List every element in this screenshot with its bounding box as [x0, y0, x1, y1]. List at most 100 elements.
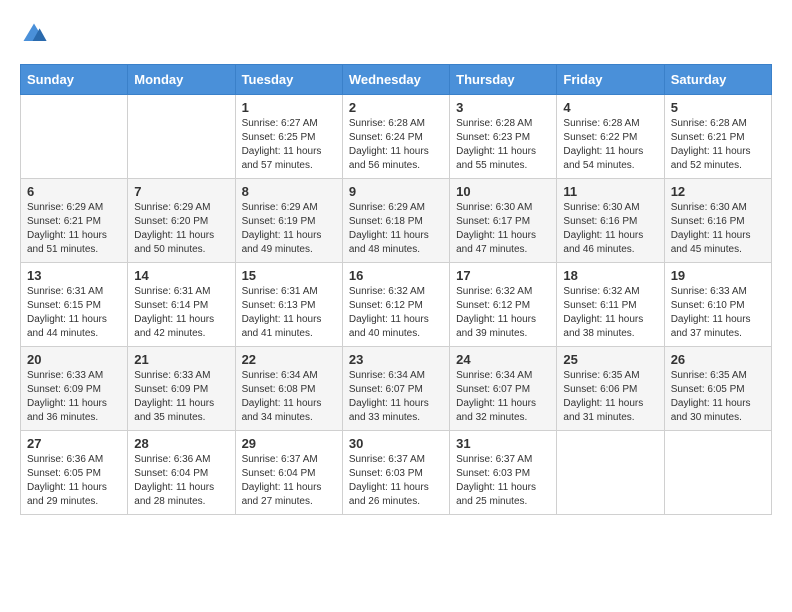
- calendar-cell: [128, 95, 235, 179]
- day-info: Sunrise: 6:30 AM Sunset: 6:17 PM Dayligh…: [456, 201, 550, 257]
- calendar-cell: [664, 431, 771, 515]
- day-number: 16: [349, 268, 443, 283]
- calendar-cell: 9 Sunrise: 6:29 AM Sunset: 6:18 PM Daylig…: [342, 179, 449, 263]
- day-info: Sunrise: 6:33 AM Sunset: 6:09 PM Dayligh…: [134, 369, 228, 425]
- day-info: Sunrise: 6:32 AM Sunset: 6:12 PM Dayligh…: [349, 285, 443, 341]
- calendar-cell: [557, 431, 664, 515]
- day-info: Sunrise: 6:36 AM Sunset: 6:05 PM Dayligh…: [27, 453, 121, 509]
- day-number: 28: [134, 436, 228, 451]
- day-info: Sunrise: 6:32 AM Sunset: 6:12 PM Dayligh…: [456, 285, 550, 341]
- day-number: 7: [134, 184, 228, 199]
- calendar-cell: [21, 95, 128, 179]
- calendar-cell: 7 Sunrise: 6:29 AM Sunset: 6:20 PM Daylig…: [128, 179, 235, 263]
- day-info: Sunrise: 6:28 AM Sunset: 6:22 PM Dayligh…: [563, 117, 657, 173]
- day-number: 25: [563, 352, 657, 367]
- day-number: 14: [134, 268, 228, 283]
- day-info: Sunrise: 6:37 AM Sunset: 6:04 PM Dayligh…: [242, 453, 336, 509]
- day-number: 10: [456, 184, 550, 199]
- day-info: Sunrise: 6:28 AM Sunset: 6:24 PM Dayligh…: [349, 117, 443, 173]
- day-info: Sunrise: 6:34 AM Sunset: 6:08 PM Dayligh…: [242, 369, 336, 425]
- week-row-1: 1 Sunrise: 6:27 AM Sunset: 6:25 PM Daylig…: [21, 95, 772, 179]
- calendar-body: 1 Sunrise: 6:27 AM Sunset: 6:25 PM Daylig…: [21, 95, 772, 515]
- day-number: 3: [456, 100, 550, 115]
- day-number: 4: [563, 100, 657, 115]
- day-info: Sunrise: 6:34 AM Sunset: 6:07 PM Dayligh…: [456, 369, 550, 425]
- day-number: 11: [563, 184, 657, 199]
- calendar-cell: 16 Sunrise: 6:32 AM Sunset: 6:12 PM Dayli…: [342, 263, 449, 347]
- day-number: 29: [242, 436, 336, 451]
- calendar-cell: 8 Sunrise: 6:29 AM Sunset: 6:19 PM Daylig…: [235, 179, 342, 263]
- day-number: 22: [242, 352, 336, 367]
- calendar-cell: 29 Sunrise: 6:37 AM Sunset: 6:04 PM Dayli…: [235, 431, 342, 515]
- day-number: 15: [242, 268, 336, 283]
- calendar-cell: 31 Sunrise: 6:37 AM Sunset: 6:03 PM Dayli…: [450, 431, 557, 515]
- header-cell-monday: Monday: [128, 65, 235, 95]
- day-info: Sunrise: 6:31 AM Sunset: 6:15 PM Dayligh…: [27, 285, 121, 341]
- day-info: Sunrise: 6:29 AM Sunset: 6:21 PM Dayligh…: [27, 201, 121, 257]
- calendar-cell: 14 Sunrise: 6:31 AM Sunset: 6:14 PM Dayli…: [128, 263, 235, 347]
- calendar-cell: 28Sunrise: 6:36 AM Sunset: 6:04 PM Dayli…: [128, 431, 235, 515]
- day-info: Sunrise: 6:28 AM Sunset: 6:21 PM Dayligh…: [671, 117, 765, 173]
- header-cell-tuesday: Tuesday: [235, 65, 342, 95]
- day-number: 1: [242, 100, 336, 115]
- calendar-table: SundayMondayTuesdayWednesdayThursdayFrid…: [20, 64, 772, 515]
- day-info: Sunrise: 6:37 AM Sunset: 6:03 PM Dayligh…: [456, 453, 550, 509]
- week-row-3: 13Sunrise: 6:31 AM Sunset: 6:15 PM Dayli…: [21, 263, 772, 347]
- day-number: 17: [456, 268, 550, 283]
- day-info: Sunrise: 6:27 AM Sunset: 6:25 PM Dayligh…: [242, 117, 336, 173]
- day-info: Sunrise: 6:35 AM Sunset: 6:06 PM Dayligh…: [563, 369, 657, 425]
- calendar-cell: 3 Sunrise: 6:28 AM Sunset: 6:23 PM Daylig…: [450, 95, 557, 179]
- calendar-cell: 15 Sunrise: 6:31 AM Sunset: 6:13 PM Dayli…: [235, 263, 342, 347]
- calendar-cell: 6 Sunrise: 6:29 AM Sunset: 6:21 PM Daylig…: [21, 179, 128, 263]
- day-number: 24: [456, 352, 550, 367]
- week-row-4: 20 Sunrise: 6:33 AM Sunset: 6:09 PM Dayli…: [21, 347, 772, 431]
- day-info: Sunrise: 6:31 AM Sunset: 6:14 PM Dayligh…: [134, 285, 228, 341]
- day-number: 5: [671, 100, 765, 115]
- week-row-5: 27 Sunrise: 6:36 AM Sunset: 6:05 PM Dayli…: [21, 431, 772, 515]
- header-row: SundayMondayTuesdayWednesdayThursdayFrid…: [21, 65, 772, 95]
- day-info: Sunrise: 6:29 AM Sunset: 6:19 PM Dayligh…: [242, 201, 336, 257]
- day-number: 23: [349, 352, 443, 367]
- day-number: 31: [456, 436, 550, 451]
- calendar-cell: 1 Sunrise: 6:27 AM Sunset: 6:25 PM Daylig…: [235, 95, 342, 179]
- day-info: Sunrise: 6:33 AM Sunset: 6:09 PM Dayligh…: [27, 369, 121, 425]
- calendar-cell: 21 Sunrise: 6:33 AM Sunset: 6:09 PM Dayli…: [128, 347, 235, 431]
- day-info: Sunrise: 6:29 AM Sunset: 6:20 PM Dayligh…: [134, 201, 228, 257]
- calendar-cell: 12 Sunrise: 6:30 AM Sunset: 6:16 PM Dayli…: [664, 179, 771, 263]
- day-info: Sunrise: 6:29 AM Sunset: 6:18 PM Dayligh…: [349, 201, 443, 257]
- calendar-cell: 2 Sunrise: 6:28 AM Sunset: 6:24 PM Daylig…: [342, 95, 449, 179]
- day-info: Sunrise: 6:35 AM Sunset: 6:05 PM Dayligh…: [671, 369, 765, 425]
- day-number: 21: [134, 352, 228, 367]
- day-info: Sunrise: 6:37 AM Sunset: 6:03 PM Dayligh…: [349, 453, 443, 509]
- calendar-cell: 11Sunrise: 6:30 AM Sunset: 6:16 PM Dayli…: [557, 179, 664, 263]
- day-info: Sunrise: 6:31 AM Sunset: 6:13 PM Dayligh…: [242, 285, 336, 341]
- day-number: 12: [671, 184, 765, 199]
- day-number: 19: [671, 268, 765, 283]
- day-info: Sunrise: 6:33 AM Sunset: 6:10 PM Dayligh…: [671, 285, 765, 341]
- day-number: 20: [27, 352, 121, 367]
- header-cell-saturday: Saturday: [664, 65, 771, 95]
- day-number: 27: [27, 436, 121, 451]
- calendar-cell: 13Sunrise: 6:31 AM Sunset: 6:15 PM Dayli…: [21, 263, 128, 347]
- logo: [20, 20, 54, 48]
- calendar-cell: 24 Sunrise: 6:34 AM Sunset: 6:07 PM Dayli…: [450, 347, 557, 431]
- week-row-2: 6 Sunrise: 6:29 AM Sunset: 6:21 PM Daylig…: [21, 179, 772, 263]
- day-number: 6: [27, 184, 121, 199]
- calendar-cell: 26 Sunrise: 6:35 AM Sunset: 6:05 PM Dayli…: [664, 347, 771, 431]
- day-info: Sunrise: 6:30 AM Sunset: 6:16 PM Dayligh…: [671, 201, 765, 257]
- calendar-cell: 4 Sunrise: 6:28 AM Sunset: 6:22 PM Daylig…: [557, 95, 664, 179]
- calendar-cell: 22 Sunrise: 6:34 AM Sunset: 6:08 PM Dayli…: [235, 347, 342, 431]
- calendar-cell: 30Sunrise: 6:37 AM Sunset: 6:03 PM Dayli…: [342, 431, 449, 515]
- day-number: 9: [349, 184, 443, 199]
- day-info: Sunrise: 6:34 AM Sunset: 6:07 PM Dayligh…: [349, 369, 443, 425]
- day-info: Sunrise: 6:32 AM Sunset: 6:11 PM Dayligh…: [563, 285, 657, 341]
- day-number: 8: [242, 184, 336, 199]
- calendar-cell: 19 Sunrise: 6:33 AM Sunset: 6:10 PM Dayli…: [664, 263, 771, 347]
- day-info: Sunrise: 6:28 AM Sunset: 6:23 PM Dayligh…: [456, 117, 550, 173]
- day-number: 2: [349, 100, 443, 115]
- day-number: 18: [563, 268, 657, 283]
- day-number: 26: [671, 352, 765, 367]
- header-cell-friday: Friday: [557, 65, 664, 95]
- page-header: [20, 20, 772, 48]
- calendar-cell: 27 Sunrise: 6:36 AM Sunset: 6:05 PM Dayli…: [21, 431, 128, 515]
